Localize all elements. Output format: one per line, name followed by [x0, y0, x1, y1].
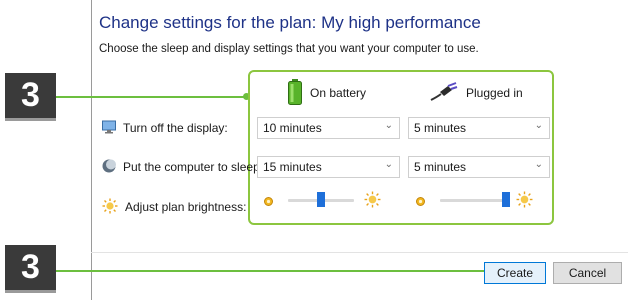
- create-button[interactable]: Create: [484, 262, 546, 284]
- monitor-icon: [102, 120, 116, 137]
- page-subtitle: Choose the sleep and display settings th…: [99, 43, 479, 55]
- dim-sun-icon: [415, 194, 426, 212]
- callout-leader-line: [56, 270, 486, 272]
- moon-icon: [102, 159, 116, 176]
- page-title: Change settings for the plan: My high pe…: [99, 13, 481, 32]
- select-value: 15 minutes: [263, 160, 322, 174]
- bright-sun-icon: [516, 191, 533, 213]
- step-callout-bottom: 3: [5, 245, 56, 293]
- display-timeout-battery-select[interactable]: 10 minutes ⌄: [257, 117, 400, 139]
- row-label-sleep: Put the computer to sleep:: [123, 160, 264, 174]
- dim-sun-icon: [263, 194, 274, 212]
- row-label-brightness: Adjust plan brightness:: [125, 200, 247, 214]
- bright-sun-icon: [364, 191, 381, 213]
- power-plug-icon: [430, 81, 458, 105]
- select-value: 10 minutes: [263, 121, 322, 135]
- slider-thumb[interactable]: [317, 192, 325, 207]
- sleep-timeout-battery-select[interactable]: 15 minutes ⌄: [257, 156, 400, 178]
- callout-leader-line: [56, 96, 245, 98]
- row-label-display: Turn off the display:: [123, 121, 228, 135]
- row-display: Turn off the display:: [102, 118, 228, 138]
- row-brightness: Adjust plan brightness:: [102, 197, 246, 217]
- sun-icon: [102, 198, 118, 217]
- button-bar-divider: [91, 252, 628, 253]
- sleep-timeout-plugged-select[interactable]: 5 minutes ⌄: [408, 156, 550, 178]
- chevron-down-icon: ⌄: [384, 120, 393, 131]
- select-value: 5 minutes: [414, 160, 467, 174]
- battery-icon: [288, 78, 302, 108]
- step-callout-top: 3: [5, 73, 56, 121]
- slider-track: [440, 199, 506, 202]
- row-sleep: Put the computer to sleep:: [102, 157, 263, 177]
- column-header-battery: On battery: [288, 78, 366, 108]
- slider-thumb[interactable]: [502, 192, 510, 207]
- column-label-battery: On battery: [310, 86, 367, 100]
- column-header-plugged: Plugged in: [430, 78, 523, 108]
- brightness-slider-battery[interactable]: [261, 190, 381, 210]
- display-timeout-plugged-select[interactable]: 5 minutes ⌄: [408, 117, 550, 139]
- cancel-button[interactable]: Cancel: [553, 262, 622, 284]
- chevron-down-icon: ⌄: [534, 159, 543, 170]
- column-label-plugged: Plugged in: [466, 86, 523, 100]
- chevron-down-icon: ⌄: [384, 159, 393, 170]
- step-number: 3: [21, 76, 40, 114]
- chevron-down-icon: ⌄: [534, 120, 543, 131]
- step-number: 3: [21, 248, 40, 286]
- brightness-slider-plugged[interactable]: [413, 190, 533, 210]
- select-value: 5 minutes: [414, 121, 467, 135]
